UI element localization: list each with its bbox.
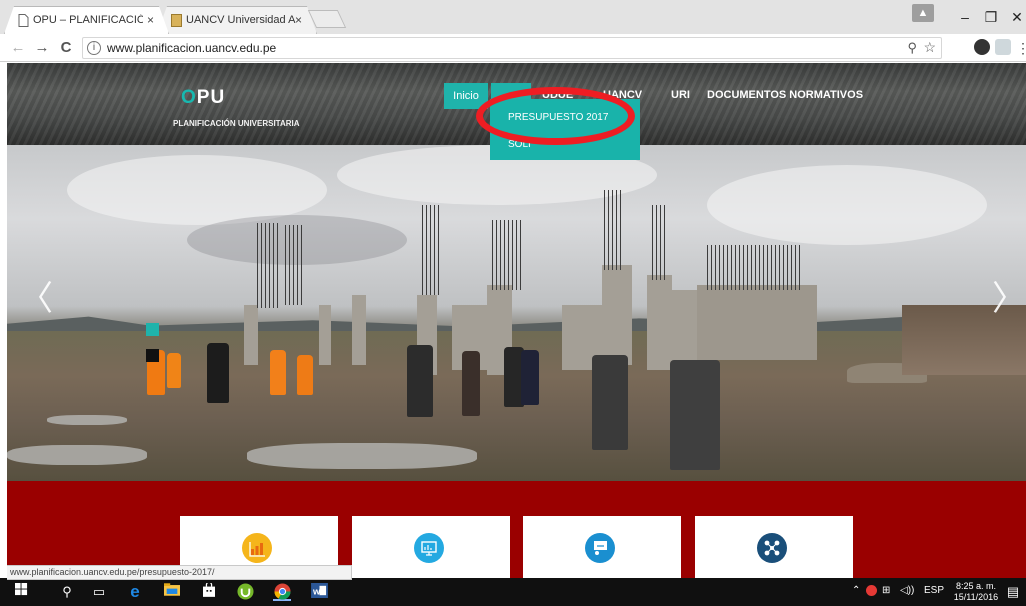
person — [521, 350, 539, 405]
notifications-icon[interactable]: ▤ — [1004, 583, 1022, 601]
rebar — [422, 205, 440, 295]
back-button[interactable]: ← — [8, 38, 28, 58]
tab-uancv[interactable]: UANCV Universidad And × — [157, 6, 317, 34]
person — [407, 345, 433, 417]
slider-prev-arrow[interactable]: 〈 — [19, 271, 53, 320]
presenter-board-icon — [585, 533, 615, 563]
address-bar[interactable]: i www.planificacion.uancv.edu.pe ⚲ ☆ — [82, 37, 942, 59]
user-profile-icon[interactable]: ▲ — [912, 4, 934, 22]
browser-toolbar: ← → C i www.planificacion.uancv.edu.pe ⚲… — [0, 34, 1026, 62]
cloud — [707, 165, 987, 245]
puddle — [7, 445, 147, 465]
extension-icon[interactable] — [974, 39, 990, 55]
rebar — [652, 205, 668, 280]
nav-documentos-normativos[interactable]: DOCUMENTOS NORMATIVOS — [707, 89, 863, 101]
store-icon[interactable] — [200, 581, 218, 601]
site-subtitle: PLANIFICACIÓN UNIVERSITARIA — [173, 119, 300, 128]
windows-taskbar: ⚲ ▭ e w ⌃ ⊞ ◁)) ESP 8:25 a. m. 15/11/201… — [0, 578, 1026, 606]
tab-title: OPU – PLANIFICACIÓN U — [33, 14, 143, 26]
network-icon — [757, 533, 787, 563]
screen: OPU – PLANIFICACIÓN U × UANCV Universida… — [0, 0, 1026, 606]
task-view-icon[interactable]: ▭ — [90, 583, 108, 601]
bar-chart-icon — [242, 533, 272, 563]
search-icon[interactable]: ⚲ — [58, 583, 76, 601]
slider-marker — [146, 323, 159, 336]
person — [207, 343, 229, 403]
pillar — [319, 305, 331, 365]
pillar — [352, 295, 366, 365]
slider-next-arrow[interactable]: 〉 — [992, 271, 1026, 320]
utorrent-icon[interactable] — [236, 583, 254, 601]
worker — [297, 355, 313, 395]
extension-icon[interactable] — [995, 39, 1011, 55]
rebar — [285, 225, 303, 305]
puddle — [247, 443, 477, 469]
rebar — [604, 190, 624, 270]
person — [462, 351, 480, 416]
rebar — [707, 245, 802, 290]
url-text: www.planificacion.uancv.edu.pe — [107, 41, 277, 55]
rebar — [257, 223, 281, 308]
worker — [270, 350, 286, 395]
service-card[interactable] — [695, 516, 853, 578]
edge-browser-icon[interactable]: e — [126, 583, 144, 601]
puddle — [47, 415, 127, 425]
slider-marker — [146, 349, 159, 362]
tab-close-icon[interactable]: × — [147, 13, 154, 27]
svg-text:w: w — [311, 586, 320, 596]
language-indicator[interactable]: ESP — [924, 585, 944, 596]
info-icon[interactable]: i — [87, 41, 101, 55]
zoom-icon[interactable]: ⚲ — [907, 40, 917, 56]
close-window-button[interactable]: ✕ — [1000, 6, 1026, 28]
word-icon[interactable]: w — [310, 583, 328, 601]
person — [592, 355, 628, 450]
system-clock[interactable]: 8:25 a. m. 15/11/2016 — [950, 581, 1002, 603]
web-page: OPU PLANIFICACIÓN UNIVERSITARIA Inicio U… — [7, 63, 1026, 578]
presentation-screen-icon — [414, 533, 444, 563]
hero-slider: 〈 〉 — [7, 145, 1026, 481]
browser-tab-strip: OPU – PLANIFICACIÓN U × UANCV Universida… — [0, 0, 1026, 34]
clock-date: 15/11/2016 — [953, 592, 999, 602]
reload-button[interactable]: C — [56, 38, 76, 58]
pillar — [647, 275, 672, 370]
status-bar-url: www.planificacion.uancv.edu.pe/presupues… — [7, 565, 352, 580]
highlight-annotation — [476, 87, 635, 145]
services-band — [7, 481, 1026, 578]
rebar — [492, 220, 522, 290]
university-logo-icon — [171, 14, 182, 27]
forward-button[interactable]: → — [32, 38, 52, 58]
bookmark-star-icon[interactable]: ☆ — [923, 39, 936, 56]
tab-opu-planificacion[interactable]: OPU – PLANIFICACIÓN U × — [4, 6, 169, 34]
service-card[interactable] — [352, 516, 510, 578]
concrete-wall — [697, 285, 817, 360]
clock-time: 8:25 a. m. — [955, 581, 997, 591]
network-tray-icon[interactable]: ⊞ — [882, 585, 890, 596]
antivirus-icon[interactable] — [866, 585, 877, 599]
nav-uri[interactable]: URI — [671, 89, 690, 101]
worker — [167, 353, 181, 388]
tray-chevron-icon[interactable]: ⌃ — [852, 585, 860, 596]
service-card[interactable] — [523, 516, 681, 578]
file-explorer-icon[interactable] — [163, 583, 181, 601]
mountains — [7, 315, 1026, 331]
pillar — [672, 290, 697, 370]
site-logo[interactable]: OPU — [181, 87, 225, 109]
pillar — [602, 265, 632, 365]
tab-close-icon[interactable]: × — [295, 13, 302, 27]
pillar — [244, 305, 258, 365]
tab-title: UANCV Universidad And — [186, 14, 296, 26]
chrome-icon[interactable] — [273, 583, 291, 601]
volume-icon[interactable]: ◁)) — [900, 585, 914, 596]
person — [670, 360, 720, 470]
windows-start-icon[interactable] — [12, 583, 30, 601]
page-icon — [18, 14, 29, 27]
menu-icon[interactable]: ⋮ — [1016, 40, 1026, 57]
